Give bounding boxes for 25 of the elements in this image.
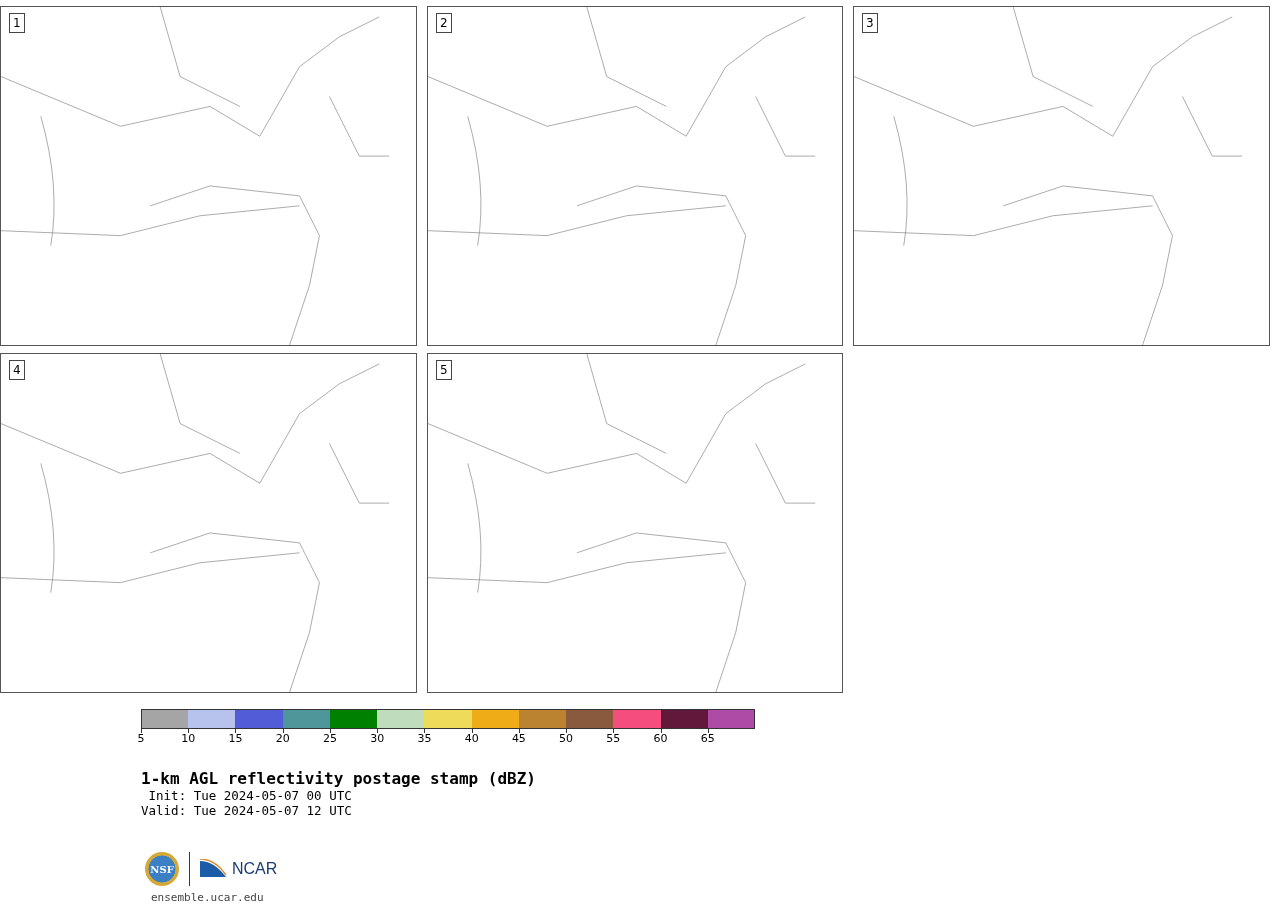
member-number: 3 [862, 13, 878, 33]
tick-label: 25 [322, 733, 337, 745]
init-time: Init: Tue 2024-05-07 00 UTC [147, 788, 353, 803]
tick-label: 35 [417, 733, 432, 745]
valid-time: Valid: Tue 2024-05-07 12 UTC [141, 803, 353, 818]
website-url: ensemble.ucar.edu [151, 890, 265, 906]
ncar-logo-text: NCAR [232, 859, 278, 879]
member-number: 1 [9, 13, 25, 33]
member-number: 5 [436, 360, 452, 380]
tick-label: 65 [700, 733, 715, 745]
tick-label: 55 [606, 733, 621, 745]
tick-label: 15 [228, 733, 243, 745]
member-number: 4 [9, 360, 25, 380]
tick-label: 20 [275, 733, 290, 745]
tick-label: 10 [181, 733, 196, 745]
figure-title: 1-km AGL reflectivity postage stamp (dBZ) [141, 769, 537, 788]
nsf-logo: NSF [145, 852, 179, 886]
tick-label: 50 [559, 733, 574, 745]
tick-label: 60 [653, 733, 668, 745]
swoosh-logo-icon [200, 859, 226, 879]
tick-label: 40 [464, 733, 479, 745]
tick-label: 5 [137, 733, 145, 745]
member-number: 2 [436, 13, 452, 33]
tick-label: 30 [370, 733, 385, 745]
tick-label: 45 [511, 733, 526, 745]
